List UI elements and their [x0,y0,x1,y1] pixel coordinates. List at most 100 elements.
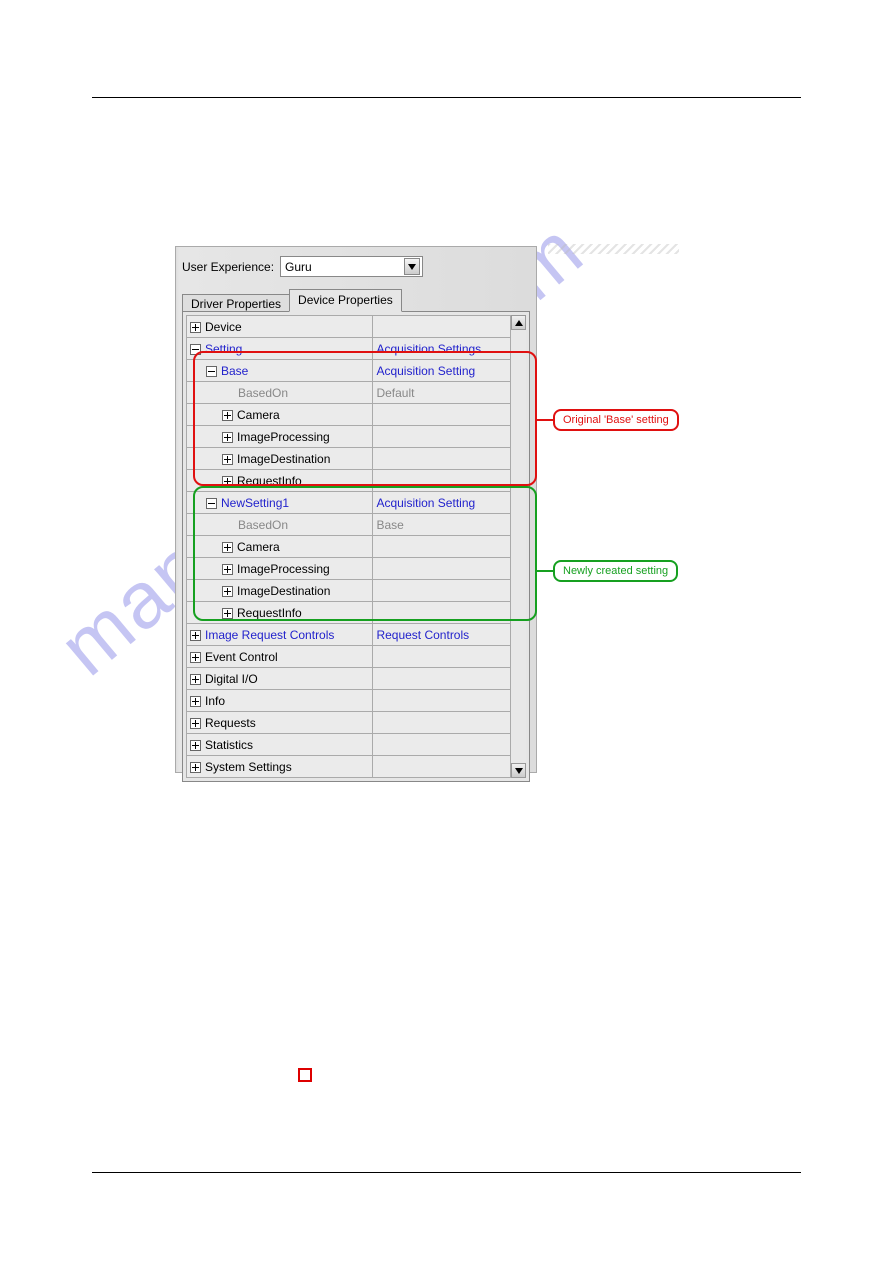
property-value-cell[interactable] [373,580,526,602]
property-label: Camera [237,540,280,554]
property-value-cell[interactable] [373,558,526,580]
expand-icon[interactable] [190,762,201,773]
user-experience-value: Guru [285,260,312,274]
property-row[interactable]: BaseAcquisition Setting [187,360,526,382]
property-value-cell[interactable] [373,646,526,668]
expand-icon[interactable] [190,322,201,333]
expand-icon[interactable] [190,718,201,729]
property-row[interactable]: Statistics [187,734,526,756]
property-value-cell[interactable] [373,404,526,426]
property-row[interactable]: ImageDestination [187,580,526,602]
property-name-cell[interactable]: Info [187,690,373,712]
expand-icon[interactable] [190,630,201,641]
expand-icon[interactable] [190,696,201,707]
property-name-cell[interactable]: Requests [187,712,373,734]
tab-device-properties[interactable]: Device Properties [289,289,402,312]
vertical-scrollbar[interactable] [510,315,526,778]
property-value-cell[interactable] [373,734,526,756]
property-row[interactable]: BasedOnBase [187,514,526,536]
property-value: Acquisition Setting [376,496,475,510]
property-value-cell[interactable] [373,602,526,624]
property-row[interactable]: Event Control [187,646,526,668]
property-row[interactable]: Image Request Controls Request Controls [187,624,526,646]
property-row[interactable]: ImageDestination [187,448,526,470]
property-value-cell[interactable]: Default [373,382,526,404]
property-row[interactable]: RequestInfo [187,470,526,492]
property-name-cell[interactable]: ImageProcessing [187,426,373,448]
property-row[interactable]: SettingAcquisition Settings [187,338,526,360]
expand-icon[interactable] [222,432,233,443]
property-value-cell[interactable] [373,448,526,470]
property-name-cell[interactable]: BasedOn [187,514,373,536]
property-name-cell[interactable]: RequestInfo [187,470,373,492]
property-row[interactable]: Digital I/O [187,668,526,690]
property-value: Request Controls [376,628,469,642]
property-name-cell[interactable]: Setting [187,338,373,360]
property-name-cell[interactable]: ImageDestination [187,580,373,602]
chevron-down-icon [515,768,523,774]
property-value: Acquisition Setting [376,364,475,378]
property-row[interactable]: ImageProcessing [187,426,526,448]
dropdown-arrow-button[interactable] [404,258,420,275]
property-name-cell[interactable]: Camera [187,404,373,426]
user-experience-dropdown[interactable]: Guru [280,256,423,277]
user-experience-label: User Experience: [182,260,274,274]
expand-icon[interactable] [222,454,233,465]
property-value-cell[interactable] [373,536,526,558]
property-name-cell[interactable]: Device [187,316,373,338]
property-row[interactable]: ImageProcessing [187,558,526,580]
property-name-cell[interactable]: ImageDestination [187,448,373,470]
property-name-cell[interactable]: Statistics [187,734,373,756]
property-name-cell[interactable]: Digital I/O [187,668,373,690]
property-name-cell[interactable]: Base [187,360,373,382]
property-name-cell[interactable]: Camera [187,536,373,558]
expand-icon[interactable] [190,652,201,663]
expand-icon[interactable] [222,564,233,575]
property-value-cell[interactable]: Acquisition Setting [373,360,526,382]
property-row[interactable]: System Settings [187,756,526,778]
property-value-cell[interactable] [373,426,526,448]
property-row[interactable]: Device [187,316,526,338]
property-value-cell[interactable]: Acquisition Setting [373,492,526,514]
property-label: Info [205,694,225,708]
property-name-cell[interactable]: Event Control [187,646,373,668]
expand-icon[interactable] [190,674,201,685]
property-value-cell[interactable] [373,470,526,492]
property-value-cell[interactable]: Base [373,514,526,536]
property-name-cell[interactable]: RequestInfo [187,602,373,624]
expand-icon[interactable] [190,740,201,751]
property-label: Image Request Controls [205,628,334,642]
collapse-icon[interactable] [190,344,201,355]
property-name-cell[interactable]: System Settings [187,756,373,778]
property-value-cell[interactable]: Acquisition Settings [373,338,526,360]
property-value-cell[interactable] [373,316,526,338]
expand-icon[interactable] [222,410,233,421]
expand-icon[interactable] [222,586,233,597]
expand-icon[interactable] [222,542,233,553]
property-row[interactable]: Requests [187,712,526,734]
property-row[interactable]: Camera [187,536,526,558]
property-name-cell[interactable]: BasedOn [187,382,373,404]
property-label: ImageProcessing [237,562,330,576]
collapse-icon[interactable] [206,498,217,509]
scroll-up-button[interactable] [511,315,526,330]
expand-icon[interactable] [222,608,233,619]
property-value-cell[interactable]: Request Controls [373,624,526,646]
property-value-cell[interactable] [373,690,526,712]
property-value-cell[interactable] [373,756,526,778]
property-name-cell[interactable]: ImageProcessing [187,558,373,580]
header-rule [92,97,801,98]
property-row[interactable]: Info [187,690,526,712]
small-red-square [298,1068,312,1082]
property-row[interactable]: Camera [187,404,526,426]
scroll-down-button[interactable] [511,763,526,778]
property-name-cell[interactable]: Image Request Controls [187,624,373,646]
property-row[interactable]: RequestInfo [187,602,526,624]
property-row[interactable]: BasedOnDefault [187,382,526,404]
collapse-icon[interactable] [206,366,217,377]
expand-icon[interactable] [222,476,233,487]
property-row[interactable]: NewSetting1Acquisition Setting [187,492,526,514]
property-value-cell[interactable] [373,668,526,690]
property-name-cell[interactable]: NewSetting1 [187,492,373,514]
property-value-cell[interactable] [373,712,526,734]
